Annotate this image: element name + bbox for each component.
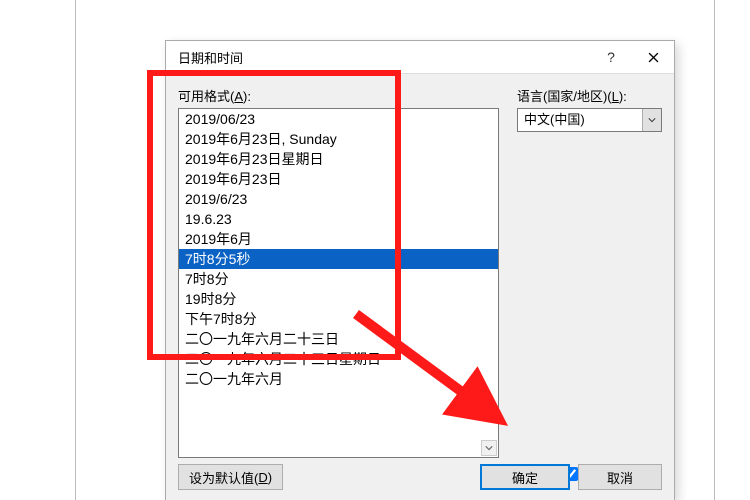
formats-label: 可用格式(A): — [178, 86, 499, 105]
titlebar[interactable]: 日期和时间 ? — [166, 41, 674, 74]
date-time-dialog: 日期和时间 ? 可用格式(A): 2019/06/232019年6月23日, S… — [165, 40, 675, 500]
list-item[interactable]: 下午7时8分 — [179, 309, 498, 329]
set-default-button[interactable]: 设为默认值(D) — [178, 464, 283, 490]
scroll-down-button[interactable] — [481, 440, 497, 456]
list-item[interactable]: 2019年6月23日 — [179, 169, 498, 189]
language-value: 中文(中国) — [518, 109, 642, 131]
ok-button[interactable]: 确定 — [480, 464, 570, 490]
list-item[interactable]: 2019年6月 — [179, 229, 498, 249]
list-item[interactable]: 二〇一九年六月 — [179, 369, 498, 389]
close-icon — [648, 52, 659, 63]
list-item[interactable]: 2019年6月23日, Sunday — [179, 129, 498, 149]
list-item[interactable]: 2019/06/23 — [179, 109, 498, 129]
list-item[interactable]: 二〇一九年六月二十三日 — [179, 329, 498, 349]
chevron-down-icon — [648, 116, 656, 124]
list-item[interactable]: 7时8分 — [179, 269, 498, 289]
cancel-button[interactable]: 取消 — [578, 464, 662, 490]
language-dropdown-button[interactable] — [642, 109, 661, 131]
dialog-body: 可用格式(A): 2019/06/232019年6月23日, Sunday201… — [166, 74, 674, 500]
help-button[interactable]: ? — [590, 41, 632, 73]
close-button[interactable] — [632, 41, 674, 73]
list-item[interactable]: 2019/6/23 — [179, 189, 498, 209]
dialog-buttons: 设为默认值(D) 确定 取消 — [178, 464, 662, 490]
list-item[interactable]: 2019年6月23日星期日 — [179, 149, 498, 169]
chevron-down-icon — [485, 444, 493, 452]
language-combo[interactable]: 中文(中国) — [517, 108, 662, 132]
list-item[interactable]: 7时8分5秒 — [179, 249, 498, 269]
list-item[interactable]: 二〇一九年六月二十三日星期日 — [179, 349, 498, 369]
list-item[interactable]: 19时8分 — [179, 289, 498, 309]
language-label: 语言(国家/地区)(L): — [517, 86, 662, 105]
dialog-title: 日期和时间 — [178, 48, 590, 67]
list-item[interactable]: 19.6.23 — [179, 209, 498, 229]
formats-listbox[interactable]: 2019/06/232019年6月23日, Sunday2019年6月23日星期… — [178, 108, 499, 458]
